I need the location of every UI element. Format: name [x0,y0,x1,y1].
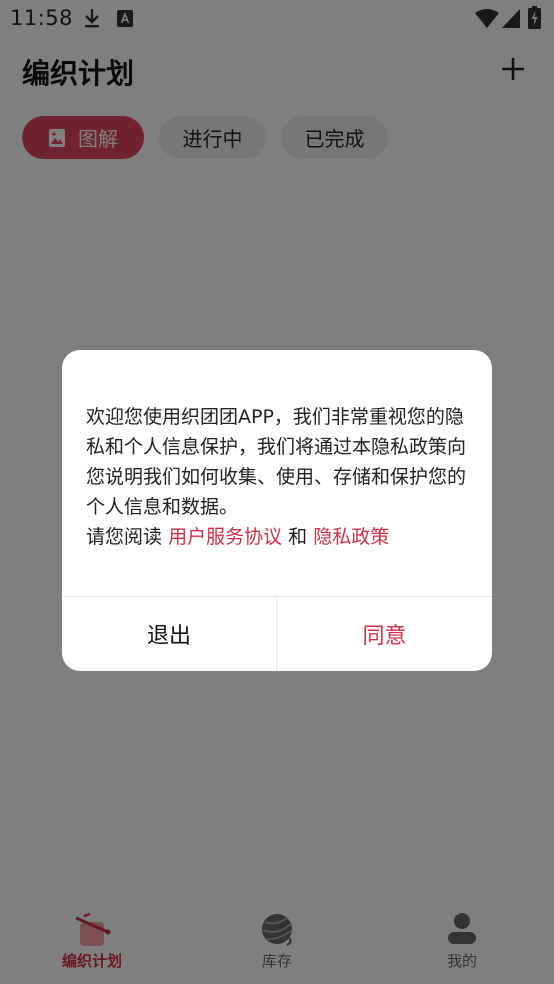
dialog-body: 欢迎您使用织团团APP，我们非常重视您的隐私和个人信息保护，我们将通过本隐私政策… [86,402,468,552]
agree-button[interactable]: 同意 [277,597,492,671]
user-agreement-link[interactable]: 用户服务协议 [168,526,282,548]
read-agreements-line: 请您阅读 用户服务协议 和 隐私政策 [86,522,468,552]
read-prefix: 请您阅读 [86,526,163,548]
privacy-message: 欢迎您使用织团团APP，我们非常重视您的隐私和个人信息保护，我们将通过本隐私政策… [86,406,467,518]
and-text: 和 [288,526,308,548]
privacy-policy-link[interactable]: 隐私政策 [313,526,389,548]
privacy-dialog: 欢迎您使用织团团APP，我们非常重视您的隐私和个人信息保护，我们将通过本隐私政策… [62,350,492,671]
exit-button[interactable]: 退出 [62,597,276,671]
